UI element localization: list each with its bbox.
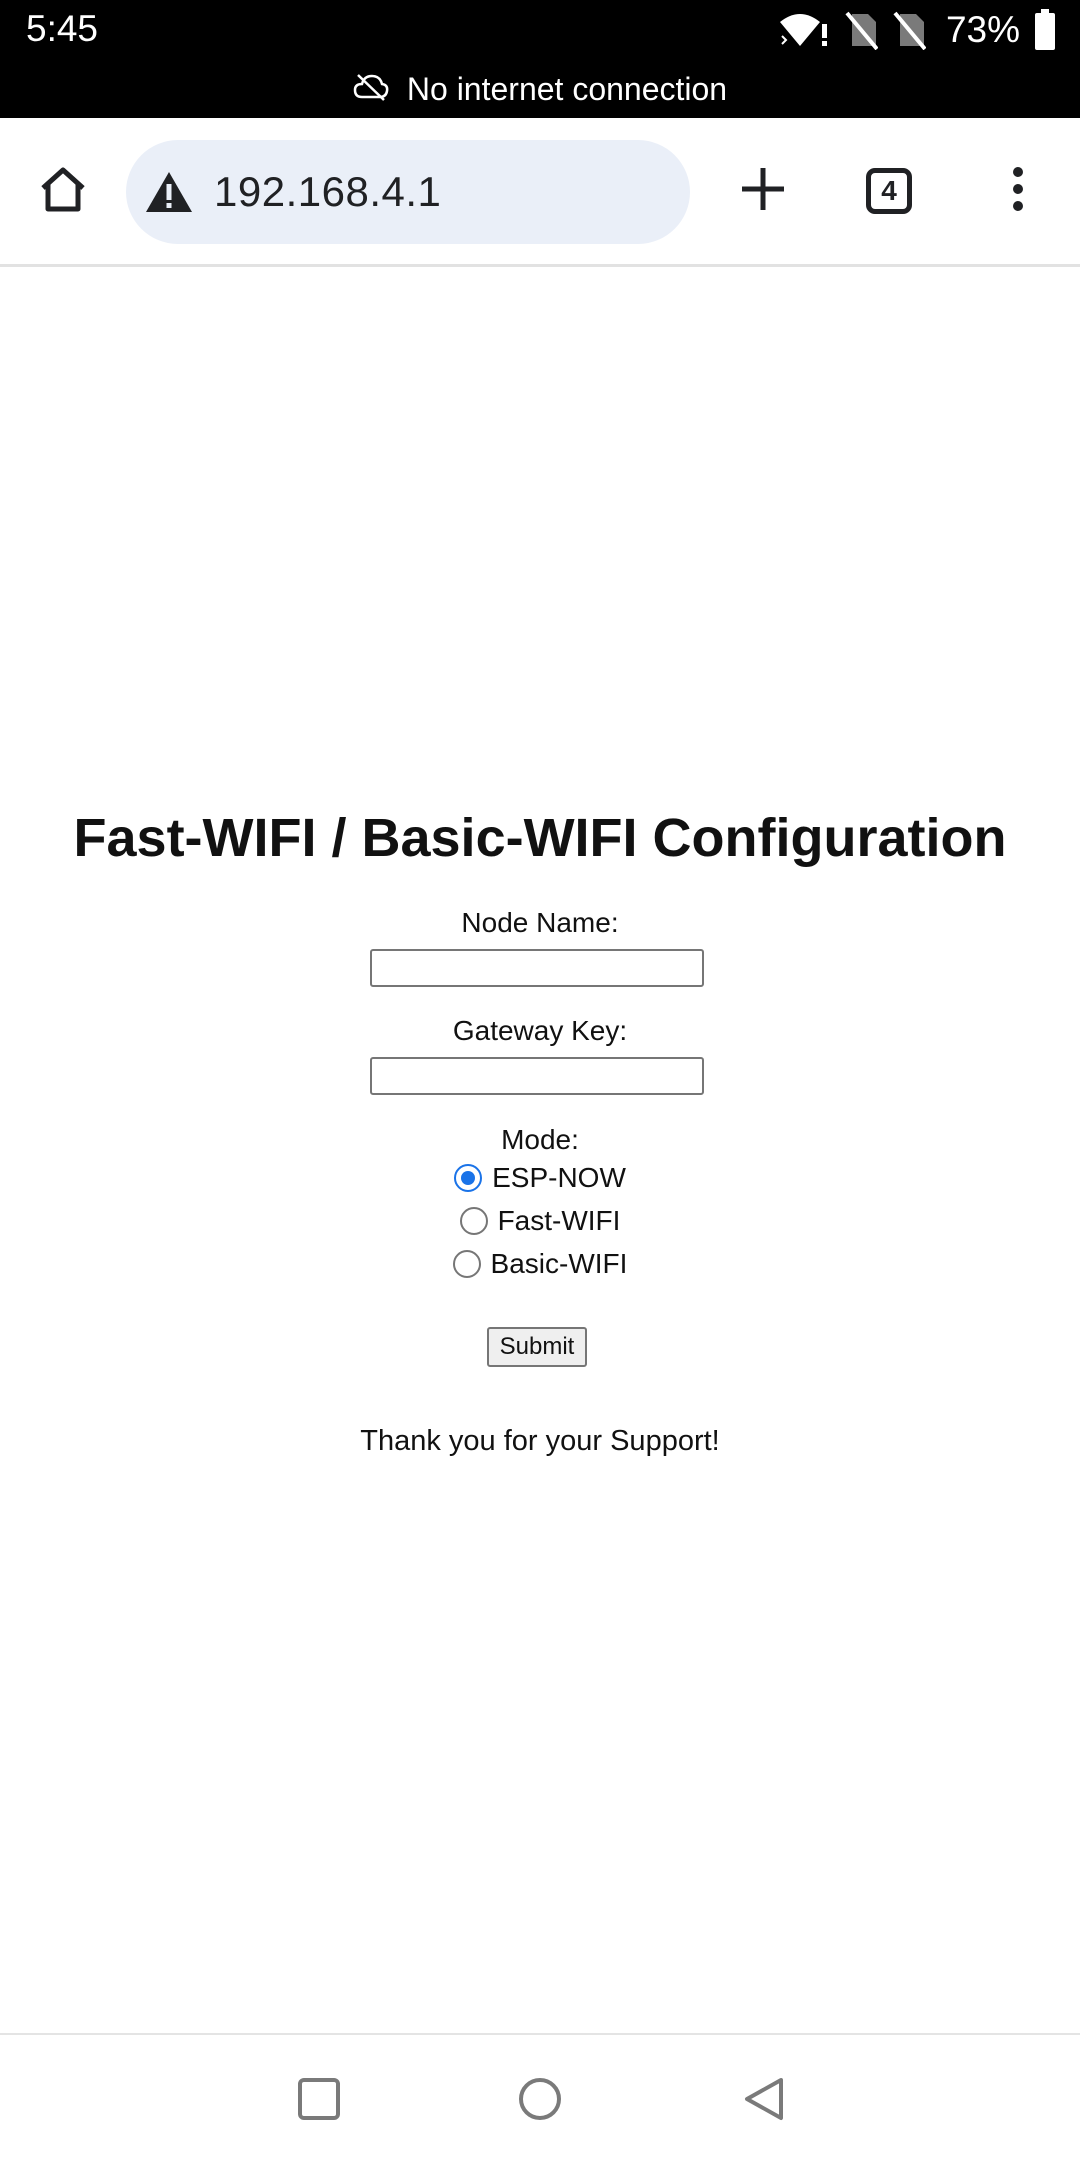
no-sim-icon <box>892 10 926 50</box>
page-title: Fast-WIFI / Basic-WIFI Configuration <box>73 808 1007 868</box>
wifi-alert-icon <box>778 10 830 50</box>
navigation-bar <box>0 2033 1080 2160</box>
radio-fast-wifi[interactable] <box>459 1207 488 1235</box>
status-bar: 5:45 73% <box>0 0 1080 60</box>
node-name-label: Node Name: <box>461 907 619 938</box>
cloud-off-icon <box>353 73 389 106</box>
home-icon <box>38 164 88 219</box>
url-text[interactable]: 192.168.4.1 <box>214 168 441 216</box>
browser-toolbar: 192.168.4.1 4 <box>0 118 1080 267</box>
plus-icon <box>740 166 786 217</box>
battery-icon <box>1034 9 1056 51</box>
no-sim-icon <box>844 10 878 50</box>
radio-label-fast-wifi: Fast-WIFI <box>497 1205 621 1236</box>
more-vert-icon <box>1011 166 1025 217</box>
mode-option-fast-wifi[interactable]: Fast-WIFI <box>0 1205 1080 1237</box>
radio-label-esp-now: ESP-NOW <box>492 1162 626 1193</box>
offline-text: No internet connection <box>406 70 728 107</box>
address-bar[interactable]: 192.168.4.1 <box>126 140 690 244</box>
radio-esp-now[interactable] <box>454 1164 483 1192</box>
screen: 5:45 73% No internet connection 192.168.… <box>0 0 1080 2160</box>
submit-button[interactable]: Submit <box>487 1327 587 1367</box>
gateway-key-label: Gateway Key: <box>452 1015 628 1046</box>
mode-label: Mode: <box>501 1124 579 1155</box>
home-nav-button[interactable] <box>512 2073 568 2129</box>
back-button[interactable] <box>736 2073 792 2129</box>
status-icons: 73% <box>778 8 1056 52</box>
tab-switcher-button[interactable]: 4 <box>866 168 912 214</box>
radio-label-basic-wifi: Basic-WIFI <box>490 1248 628 1279</box>
web-page: Fast-WIFI / Basic-WIFI Configuration Nod… <box>0 267 1080 2033</box>
home-button[interactable] <box>30 158 96 224</box>
gateway-key-input[interactable] <box>370 1057 704 1095</box>
node-name-input[interactable] <box>370 949 704 987</box>
status-time: 5:45 <box>26 8 99 49</box>
offline-banner: No internet connection <box>0 60 1080 118</box>
recents-button[interactable] <box>291 2073 347 2129</box>
thanks-text: Thank you for your Support! <box>360 1425 720 1457</box>
back-icon <box>741 2076 787 2127</box>
recents-icon <box>297 2077 341 2126</box>
mode-option-esp-now[interactable]: ESP-NOW <box>0 1162 1080 1194</box>
more-menu-button[interactable] <box>1000 158 1036 224</box>
radio-basic-wifi[interactable] <box>452 1250 481 1278</box>
battery-percent: 73% <box>945 9 1020 50</box>
warning-icon[interactable] <box>144 167 194 217</box>
home-circle-icon <box>517 2076 563 2127</box>
mode-option-basic-wifi[interactable]: Basic-WIFI <box>0 1248 1080 1280</box>
new-tab-button[interactable] <box>730 158 796 224</box>
